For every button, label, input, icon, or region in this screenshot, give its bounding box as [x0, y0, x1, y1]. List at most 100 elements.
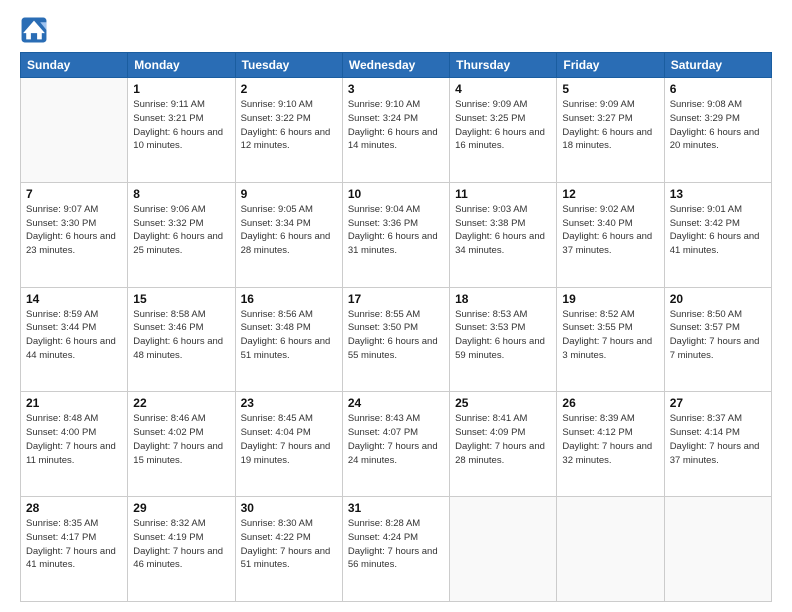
day-number: 24 — [348, 396, 444, 410]
calendar-cell: 19 Sunrise: 8:52 AMSunset: 3:55 PMDayligh… — [557, 287, 664, 392]
day-info: Sunrise: 8:46 AMSunset: 4:02 PMDaylight:… — [133, 412, 229, 467]
day-number: 2 — [241, 82, 337, 96]
weekday-header: Saturday — [664, 53, 771, 78]
day-number: 19 — [562, 292, 658, 306]
day-number: 6 — [670, 82, 766, 96]
calendar-week-row: 1 Sunrise: 9:11 AMSunset: 3:21 PMDaylight… — [21, 78, 772, 183]
day-info: Sunrise: 9:08 AMSunset: 3:29 PMDaylight:… — [670, 98, 766, 153]
day-info: Sunrise: 9:09 AMSunset: 3:27 PMDaylight:… — [562, 98, 658, 153]
day-number: 31 — [348, 501, 444, 515]
calendar-cell: 10 Sunrise: 9:04 AMSunset: 3:36 PMDayligh… — [342, 182, 449, 287]
day-info: Sunrise: 9:04 AMSunset: 3:36 PMDaylight:… — [348, 203, 444, 258]
calendar-cell: 18Sunrise: 8:53 AMSunset: 3:53 PMDayligh… — [450, 287, 557, 392]
calendar-cell: 14 Sunrise: 8:59 AMSunset: 3:44 PMDayligh… — [21, 287, 128, 392]
weekday-header: Wednesday — [342, 53, 449, 78]
day-number: 1 — [133, 82, 229, 96]
weekday-header: Sunday — [21, 53, 128, 78]
calendar-cell: 11 Sunrise: 9:03 AMSunset: 3:38 PMDayligh… — [450, 182, 557, 287]
weekday-header: Friday — [557, 53, 664, 78]
weekday-header: Thursday — [450, 53, 557, 78]
day-info: Sunrise: 8:28 AMSunset: 4:24 PMDaylight:… — [348, 517, 444, 572]
day-number: 23 — [241, 396, 337, 410]
calendar-week-row: 21 Sunrise: 8:48 AMSunset: 4:00 PMDayligh… — [21, 392, 772, 497]
calendar-week-row: 7 Sunrise: 9:07 AMSunset: 3:30 PMDaylight… — [21, 182, 772, 287]
day-number: 25 — [455, 396, 551, 410]
day-number: 4 — [455, 82, 551, 96]
calendar-cell: 17Sunrise: 8:55 AMSunset: 3:50 PMDayligh… — [342, 287, 449, 392]
day-info: Sunrise: 8:50 AMSunset: 3:57 PMDaylight:… — [670, 308, 766, 363]
calendar-cell: 6 Sunrise: 9:08 AMSunset: 3:29 PMDaylight… — [664, 78, 771, 183]
day-info: Sunrise: 8:59 AMSunset: 3:44 PMDaylight:… — [26, 308, 122, 363]
day-number: 3 — [348, 82, 444, 96]
calendar-cell: 27 Sunrise: 8:37 AMSunset: 4:14 PMDayligh… — [664, 392, 771, 497]
day-info: Sunrise: 8:58 AMSunset: 3:46 PMDaylight:… — [133, 308, 229, 363]
day-number: 26 — [562, 396, 658, 410]
day-number: 27 — [670, 396, 766, 410]
calendar-cell: 1 Sunrise: 9:11 AMSunset: 3:21 PMDaylight… — [128, 78, 235, 183]
calendar-cell: 26 Sunrise: 8:39 AMSunset: 4:12 PMDayligh… — [557, 392, 664, 497]
calendar-week-row: 14 Sunrise: 8:59 AMSunset: 3:44 PMDayligh… — [21, 287, 772, 392]
day-info: Sunrise: 9:06 AMSunset: 3:32 PMDaylight:… — [133, 203, 229, 258]
logo — [20, 16, 52, 44]
day-info: Sunrise: 9:07 AMSunset: 3:30 PMDaylight:… — [26, 203, 122, 258]
calendar-cell: 7 Sunrise: 9:07 AMSunset: 3:30 PMDaylight… — [21, 182, 128, 287]
day-number: 7 — [26, 187, 122, 201]
calendar-cell: 25 Sunrise: 8:41 AMSunset: 4:09 PMDayligh… — [450, 392, 557, 497]
day-number: 16 — [241, 292, 337, 306]
day-number: 29 — [133, 501, 229, 515]
day-number: 11 — [455, 187, 551, 201]
calendar-cell: 29 Sunrise: 8:32 AMSunset: 4:19 PMDayligh… — [128, 497, 235, 602]
calendar-cell: 9Sunrise: 9:05 AMSunset: 3:34 PMDaylight… — [235, 182, 342, 287]
calendar-cell — [664, 497, 771, 602]
weekday-header: Tuesday — [235, 53, 342, 78]
logo-icon — [20, 16, 48, 44]
day-info: Sunrise: 8:32 AMSunset: 4:19 PMDaylight:… — [133, 517, 229, 572]
calendar-cell: 31 Sunrise: 8:28 AMSunset: 4:24 PMDayligh… — [342, 497, 449, 602]
day-info: Sunrise: 9:09 AMSunset: 3:25 PMDaylight:… — [455, 98, 551, 153]
day-number: 18 — [455, 292, 551, 306]
day-info: Sunrise: 8:45 AMSunset: 4:04 PMDaylight:… — [241, 412, 337, 467]
calendar-cell: 13Sunrise: 9:01 AMSunset: 3:42 PMDayligh… — [664, 182, 771, 287]
calendar-cell — [21, 78, 128, 183]
calendar-cell: 20 Sunrise: 8:50 AMSunset: 3:57 PMDayligh… — [664, 287, 771, 392]
day-number: 20 — [670, 292, 766, 306]
day-info: Sunrise: 8:35 AMSunset: 4:17 PMDaylight:… — [26, 517, 122, 572]
day-info: Sunrise: 8:56 AMSunset: 3:48 PMDaylight:… — [241, 308, 337, 363]
day-info: Sunrise: 9:03 AMSunset: 3:38 PMDaylight:… — [455, 203, 551, 258]
calendar-cell — [557, 497, 664, 602]
day-number: 9 — [241, 187, 337, 201]
header — [20, 16, 772, 44]
day-number: 22 — [133, 396, 229, 410]
calendar-cell: 28Sunrise: 8:35 AMSunset: 4:17 PMDayligh… — [21, 497, 128, 602]
calendar-cell: 22 Sunrise: 8:46 AMSunset: 4:02 PMDayligh… — [128, 392, 235, 497]
day-info: Sunrise: 9:10 AMSunset: 3:22 PMDaylight:… — [241, 98, 337, 153]
day-number: 10 — [348, 187, 444, 201]
calendar-cell: 12 Sunrise: 9:02 AMSunset: 3:40 PMDayligh… — [557, 182, 664, 287]
day-number: 5 — [562, 82, 658, 96]
day-info: Sunrise: 9:11 AMSunset: 3:21 PMDaylight:… — [133, 98, 229, 153]
calendar-cell: 15 Sunrise: 8:58 AMSunset: 3:46 PMDayligh… — [128, 287, 235, 392]
day-info: Sunrise: 8:41 AMSunset: 4:09 PMDaylight:… — [455, 412, 551, 467]
day-info: Sunrise: 8:39 AMSunset: 4:12 PMDaylight:… — [562, 412, 658, 467]
day-info: Sunrise: 8:37 AMSunset: 4:14 PMDaylight:… — [670, 412, 766, 467]
day-number: 13 — [670, 187, 766, 201]
calendar-cell: 16 Sunrise: 8:56 AMSunset: 3:48 PMDayligh… — [235, 287, 342, 392]
day-info: Sunrise: 9:10 AMSunset: 3:24 PMDaylight:… — [348, 98, 444, 153]
day-number: 14 — [26, 292, 122, 306]
day-number: 12 — [562, 187, 658, 201]
calendar-cell: 24 Sunrise: 8:43 AMSunset: 4:07 PMDayligh… — [342, 392, 449, 497]
day-info: Sunrise: 8:48 AMSunset: 4:00 PMDaylight:… — [26, 412, 122, 467]
calendar-week-row: 28Sunrise: 8:35 AMSunset: 4:17 PMDayligh… — [21, 497, 772, 602]
day-info: Sunrise: 9:02 AMSunset: 3:40 PMDaylight:… — [562, 203, 658, 258]
day-number: 15 — [133, 292, 229, 306]
day-info: Sunrise: 8:43 AMSunset: 4:07 PMDaylight:… — [348, 412, 444, 467]
page: SundayMondayTuesdayWednesdayThursdayFrid… — [0, 0, 792, 612]
day-number: 21 — [26, 396, 122, 410]
day-info: Sunrise: 8:52 AMSunset: 3:55 PMDaylight:… — [562, 308, 658, 363]
day-number: 17 — [348, 292, 444, 306]
day-info: Sunrise: 8:30 AMSunset: 4:22 PMDaylight:… — [241, 517, 337, 572]
calendar-cell: 4 Sunrise: 9:09 AMSunset: 3:25 PMDaylight… — [450, 78, 557, 183]
calendar-cell: 5 Sunrise: 9:09 AMSunset: 3:27 PMDaylight… — [557, 78, 664, 183]
day-number: 8 — [133, 187, 229, 201]
day-number: 30 — [241, 501, 337, 515]
